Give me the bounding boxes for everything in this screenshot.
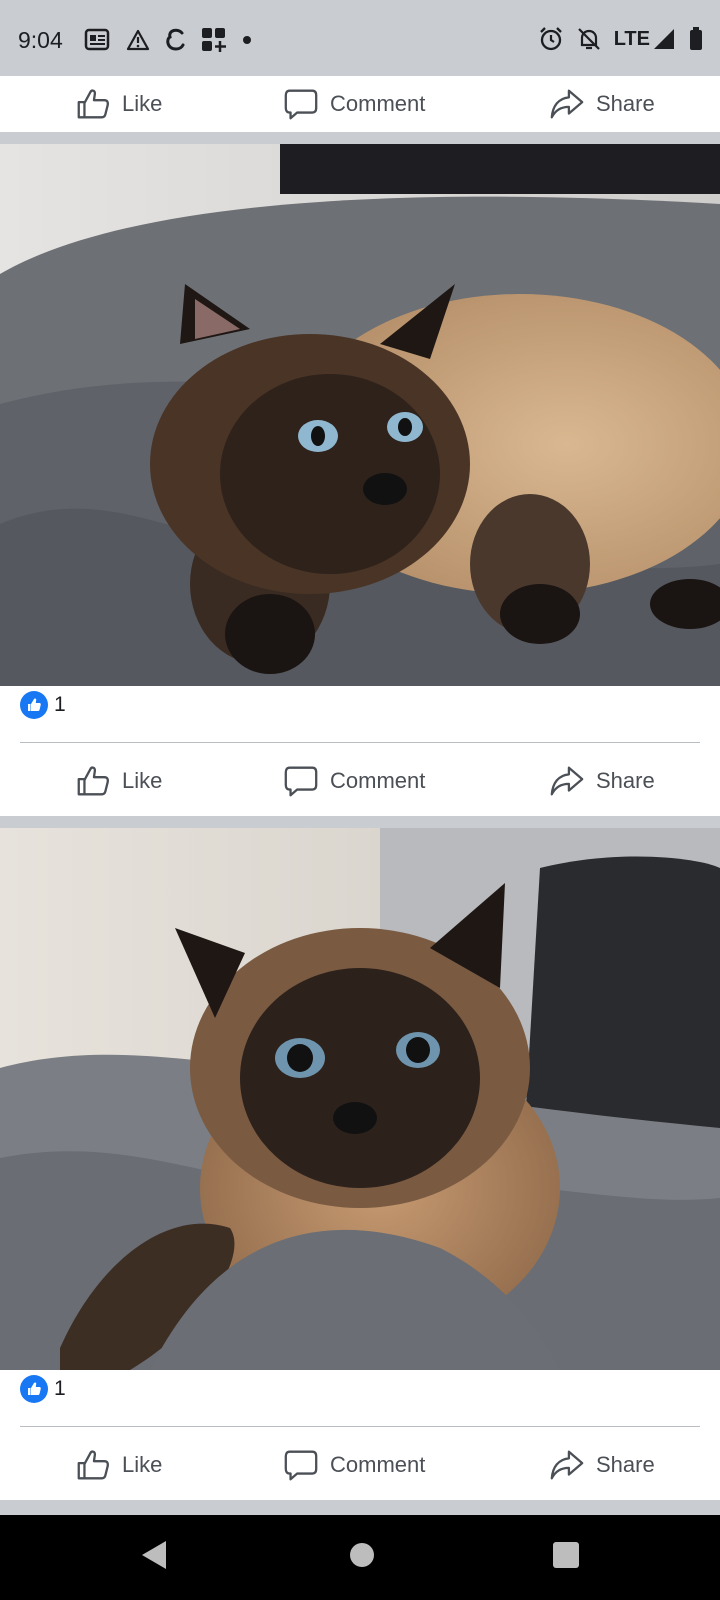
like-button[interactable]: Like: [74, 743, 162, 819]
back-icon[interactable]: [140, 1539, 170, 1571]
share-button[interactable]: Share: [548, 66, 655, 142]
apps-icon: [202, 28, 226, 52]
dot-icon: [243, 36, 251, 44]
post-footer-1: 1 Like Comment Share: [0, 686, 720, 816]
post-photo-1[interactable]: [0, 144, 720, 686]
like-reaction-icon: [20, 1375, 48, 1403]
reactions-summary[interactable]: 1: [20, 1372, 66, 1406]
share-label: Share: [596, 1452, 655, 1477]
share-icon: [550, 1450, 584, 1480]
muted-bell-icon: [577, 28, 600, 50]
comment-icon: [284, 89, 318, 120]
action-row: Like Comment Share: [0, 743, 720, 819]
reactions-summary[interactable]: 1: [20, 688, 66, 722]
comment-button[interactable]: Comment: [282, 1427, 425, 1503]
thumbs-up-icon: [77, 1450, 109, 1480]
thumbs-up-icon: [77, 766, 109, 796]
comment-label: Comment: [330, 91, 426, 116]
comment-button[interactable]: Comment: [282, 66, 425, 142]
action-row: Like Comment Share: [0, 1427, 720, 1503]
thumbs-up-icon: [77, 89, 109, 119]
network-type: LTE: [613, 27, 650, 50]
warning-icon: [126, 29, 150, 51]
cat-photo-looking: [0, 828, 720, 1370]
like-label: Like: [122, 1452, 163, 1477]
home-icon[interactable]: [348, 1539, 376, 1571]
comment-icon: [284, 1450, 318, 1481]
like-button[interactable]: Like: [74, 66, 162, 142]
post-actions-panel-top: Like Comment Share: [0, 76, 720, 132]
system-nav-bar: [0, 1515, 720, 1600]
status-time: 9:04: [18, 27, 63, 53]
battery-icon: [690, 27, 702, 50]
news-icon: [84, 28, 110, 51]
cat-photo-lying: [0, 144, 720, 686]
like-label: Like: [122, 91, 163, 116]
comment-label: Comment: [330, 1452, 426, 1477]
epsilon-icon: [166, 28, 185, 51]
comment-icon: [284, 766, 318, 797]
share-icon: [550, 89, 584, 119]
share-button[interactable]: Share: [548, 1427, 655, 1503]
share-icon: [550, 766, 584, 796]
comment-button[interactable]: Comment: [282, 743, 425, 819]
post-footer-2: 1 Like Comment Share: [0, 1370, 720, 1500]
share-label: Share: [596, 768, 655, 793]
action-row: Like Comment Share: [0, 66, 720, 142]
reaction-count: 1: [54, 1377, 66, 1400]
reaction-count: 1: [54, 693, 66, 716]
signal-icon: [654, 29, 674, 49]
comment-label: Comment: [330, 768, 426, 793]
status-bar: 9:04 LTE: [0, 0, 720, 76]
like-reaction-icon: [20, 691, 48, 719]
alarm-icon: [539, 27, 562, 51]
share-label: Share: [596, 91, 655, 116]
recents-icon[interactable]: [552, 1539, 580, 1571]
like-button[interactable]: Like: [74, 1427, 162, 1503]
like-label: Like: [122, 768, 163, 793]
post-photo-2[interactable]: [0, 828, 720, 1370]
share-button[interactable]: Share: [548, 743, 655, 819]
